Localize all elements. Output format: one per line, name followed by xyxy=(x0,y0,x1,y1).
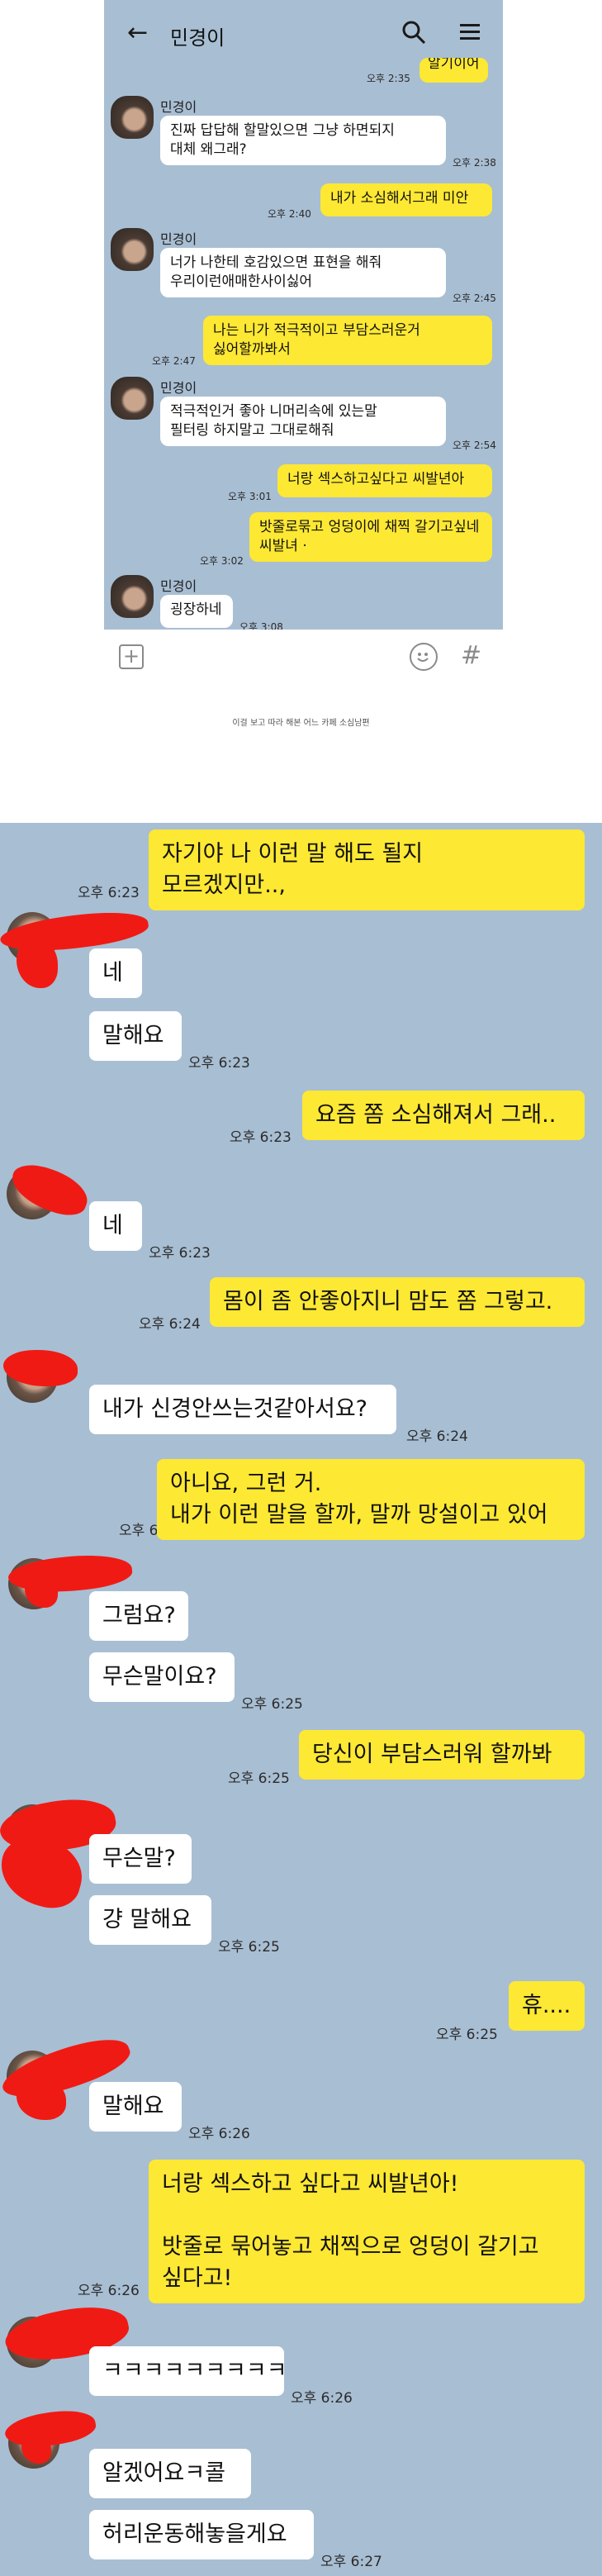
message-time: 오후 2:45 xyxy=(453,292,496,304)
arrow-left-icon[interactable]: ← xyxy=(127,18,148,47)
message-time: 오후 6:24 xyxy=(406,1428,468,1445)
message-time: 오후 6:25 xyxy=(218,1939,280,1956)
outgoing-message: 나는 니가 적극적이고 부담스러운거 싫어할까봐서 xyxy=(203,316,492,365)
sender-name: 민경이 xyxy=(160,231,197,247)
incoming-message: 굉장하네 xyxy=(160,595,233,628)
search-icon[interactable] xyxy=(400,18,428,46)
outgoing-message: 몸이 좀 안좋아지니 맘도 쫌 그렇고. xyxy=(210,1277,585,1327)
outgoing-message: 너랑 섹스하고 싶다고 씨발년아! 밧줄로 묶어놓고 채찍으로 엉덩이 갈기고 … xyxy=(149,2160,585,2303)
message-time: 오후 6:23 xyxy=(78,885,140,901)
message-time: 오후 3:01 xyxy=(228,491,272,502)
caption: 이걸 보고 따라 해본 어느 카페 소심남편 xyxy=(232,719,370,728)
incoming-message: 허리운동해놓을게요 xyxy=(89,2510,314,2559)
outgoing-message: 밧줄로묶고 엉덩이에 채찍 갈기고싶네 씨발녀 · xyxy=(249,512,492,562)
outgoing-message: 내가 소심해서그래 미안 xyxy=(320,183,492,216)
avatar[interactable] xyxy=(111,575,154,618)
outgoing-message: 요즘 쫌 소심해져서 그래.. xyxy=(302,1091,585,1140)
message-time: 오후 6:24 xyxy=(139,1316,201,1333)
message-time: 오후 6:23 xyxy=(230,1129,292,1146)
outgoing-message: 휴.... xyxy=(509,1981,585,2031)
outgoing-message: 당신이 부담스러워 할까봐 xyxy=(299,1730,585,1780)
outgoing-message: 아니요, 그런 거. 내가 이런 말을 할까, 말까 망설이고 있어 xyxy=(157,1459,585,1540)
smiley-icon[interactable] xyxy=(410,643,438,671)
incoming-message: 무슨말이요? xyxy=(89,1652,235,1702)
incoming-message: 무슨말? xyxy=(89,1834,192,1884)
message-time: 오후 6:26 xyxy=(188,2126,250,2142)
message-time: 오후 6:23 xyxy=(188,1055,250,1072)
incoming-message: 내가 신경안쓰는것같아서요? xyxy=(89,1385,396,1434)
chat-screenshot-1: ← 민경이 오후 2:35 알기이어 민경이 진짜 답답해 할말있으면 그냥 하… xyxy=(104,0,503,686)
message-time: 오후 6:23 xyxy=(149,1245,211,1262)
incoming-message: 말해요 xyxy=(89,1011,182,1061)
chat-input-bar: + # xyxy=(104,630,503,686)
incoming-message: 적극적인거 좋아 니머리속에 있는말 필터링 하지말고 그대로해줘 xyxy=(160,397,446,446)
chat-title: 민경이 xyxy=(170,26,225,50)
redaction-scribble xyxy=(17,939,58,988)
sender-name: 민경이 xyxy=(160,380,197,396)
sender-name: 민경이 xyxy=(160,578,197,594)
message-time: 오후 6:25 xyxy=(228,1770,290,1787)
message-time: 오후 6:26 xyxy=(291,2390,353,2407)
message-time: 오후 6:25 xyxy=(241,1696,303,1713)
plus-square-icon[interactable]: + xyxy=(119,644,144,669)
chat-screenshot-2: 오후 6:23 자기야 나 이런 말 해도 될지 모르겠지만.., 네 말해요 … xyxy=(0,823,602,2576)
hamburger-menu-icon[interactable] xyxy=(457,20,482,45)
incoming-message: 진짜 답답해 할말있으면 그냥 하면되지 대체 왜그래? xyxy=(160,116,446,165)
incoming-message: ㅋㅋㅋㅋㅋㅋㅋㅋㅋ xyxy=(89,2346,287,2396)
avatar[interactable] xyxy=(111,228,154,271)
incoming-message: 네 xyxy=(89,1201,142,1251)
message-time: 오후 2:38 xyxy=(453,157,496,169)
hash-icon[interactable]: # xyxy=(461,641,481,670)
message-time: 오후 6:27 xyxy=(320,2554,382,2570)
incoming-message: 너가 나한테 호감있으면 표현을 해줘 우리이런애매한사이싫어 xyxy=(160,248,446,297)
incoming-message: 말해요 xyxy=(89,2082,182,2132)
outgoing-message-partial: 알기이어 xyxy=(420,58,488,83)
smiley-face-icon xyxy=(417,653,429,662)
incoming-message: 알겠어요ㅋ콜 xyxy=(89,2449,251,2498)
incoming-message: 걍 말해요 xyxy=(89,1895,211,1945)
sender-name: 민경이 xyxy=(160,99,197,115)
avatar[interactable] xyxy=(111,96,154,139)
outgoing-message: 자기야 나 이런 말 해도 될지 모르겠지만.., xyxy=(149,829,585,910)
redaction-scribble xyxy=(17,2079,66,2120)
message-time: 오후 2:40 xyxy=(268,208,311,220)
message-time: 오후 6:26 xyxy=(78,2283,140,2299)
outgoing-message: 너랑 섹스하고싶다고 씨발년아 xyxy=(277,464,492,497)
message-time: 오후 3:02 xyxy=(200,555,244,567)
message-time: 오후 2:47 xyxy=(152,355,196,367)
avatar[interactable] xyxy=(111,377,154,420)
message-time: 오후 6:25 xyxy=(436,2027,498,2043)
message-time: 오후 2:54 xyxy=(453,440,496,451)
message-time: 오후 2:35 xyxy=(367,73,410,84)
incoming-message: 네 xyxy=(89,948,142,998)
incoming-message: 그럼요? xyxy=(89,1591,188,1641)
